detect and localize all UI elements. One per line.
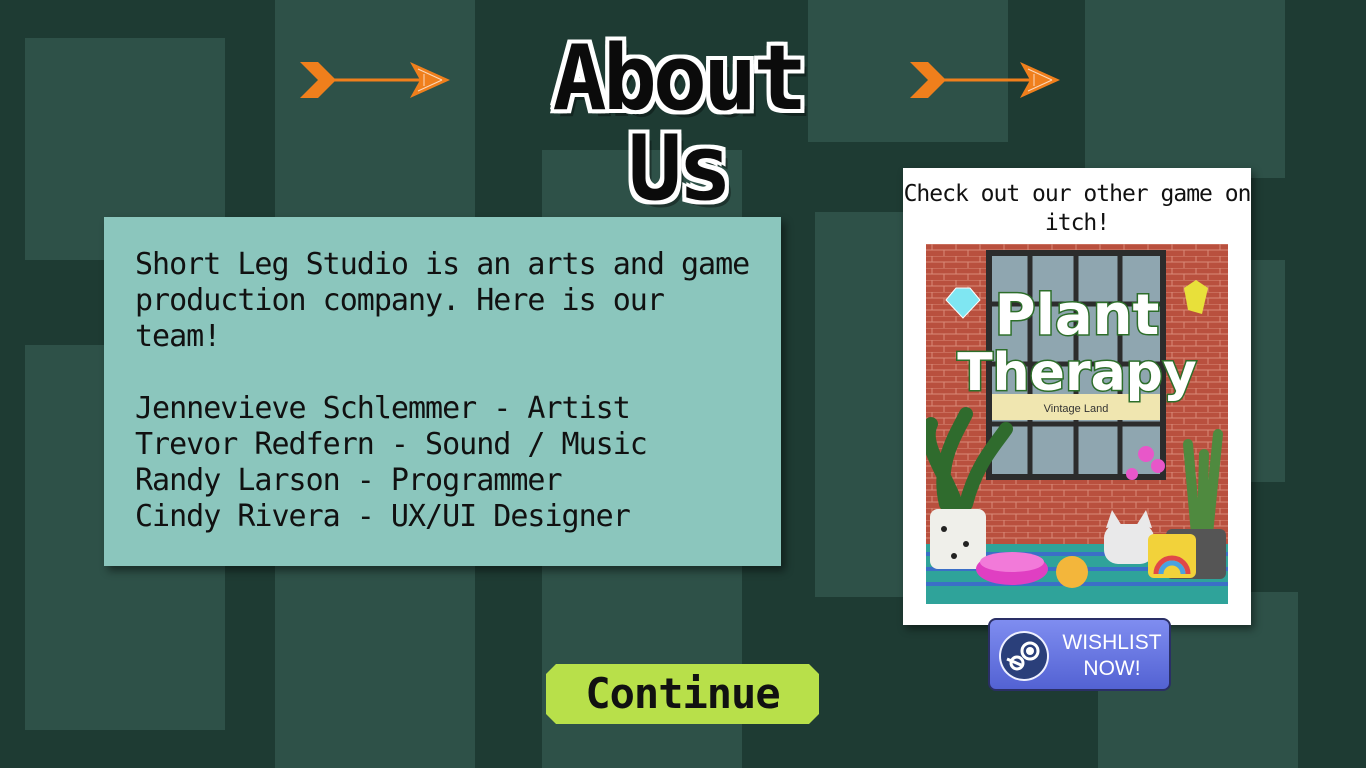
promo-text: Check out our other game on itch! [903, 181, 1252, 236]
continue-label: Continue [585, 669, 780, 718]
about-text: Short Leg Studio is an arts and game pro… [135, 247, 765, 535]
wishlist-label: WISHLIST NOW! [1062, 631, 1162, 680]
cover-sign: Vintage Land [1044, 403, 1109, 415]
cover-title-line2: Therapy [957, 343, 1197, 403]
header: About Us [0, 28, 1366, 214]
team-member: Jennevieve Schlemmer - Artist [135, 391, 631, 426]
team-member: Trevor Redfern - Sound / Music [135, 427, 648, 462]
studio-intro: Short Leg Studio is an arts and game pro… [135, 247, 750, 354]
about-panel: Short Leg Studio is an arts and game pro… [104, 217, 781, 566]
team-member: Cindy Rivera - UX/UI Designer [135, 499, 631, 534]
arrow-left-icon [300, 62, 450, 98]
arrow-right-icon [910, 62, 1060, 98]
other-game-card[interactable]: Check out our other game on itch! Vintag… [903, 168, 1251, 625]
wishlist-button[interactable]: WISHLIST NOW! [988, 618, 1171, 691]
plant-therapy-cover-image[interactable]: Vintage Land Plant Therapy [926, 244, 1228, 604]
team-member: Randy Larson - Programmer [135, 463, 563, 498]
page-title: About Us [552, 26, 808, 221]
continue-button[interactable]: Continue [546, 664, 819, 724]
cover-title-line1: Plant [995, 283, 1160, 348]
steam-icon [999, 631, 1049, 681]
